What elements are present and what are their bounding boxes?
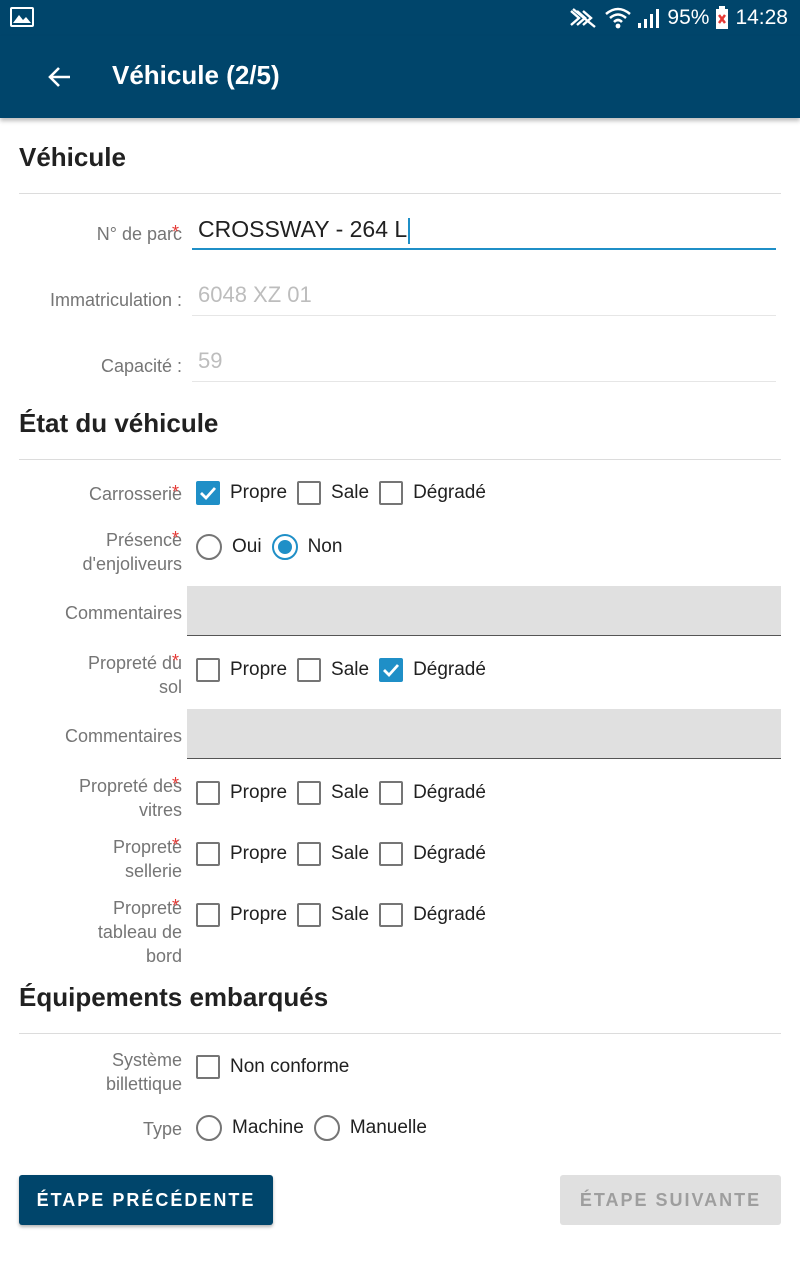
checkbox-icon	[297, 842, 322, 866]
sellerie-sale-checkbox[interactable]: Sale	[297, 842, 369, 866]
app-bar: Véhicule (2/5)	[0, 36, 800, 118]
parc-input[interactable]: CROSSWAY - 264 L	[192, 210, 776, 250]
sellerie-options: Propre Sale Dégradé	[196, 841, 496, 867]
page-title: Véhicule (2/5)	[112, 60, 280, 90]
checkbox-icon	[297, 481, 322, 505]
signal-icon	[637, 7, 661, 29]
vitres-label: Propreté des vitres	[78, 776, 182, 820]
immat-field: 6048 XZ 01	[192, 276, 776, 316]
sellerie-propre-checkbox[interactable]: Propre	[196, 842, 287, 866]
vitres-options: Propre Sale Dégradé	[196, 780, 496, 806]
gallery-icon	[10, 7, 34, 27]
clock: 14:28	[735, 6, 788, 29]
checkbox-icon	[379, 842, 404, 866]
radio-icon	[196, 1115, 222, 1141]
commentaires-sol-input[interactable]	[187, 709, 781, 759]
carrosserie-options: Propre Sale Dégradé	[196, 480, 496, 506]
checkbox-icon	[297, 658, 322, 682]
carrosserie-propre-checkbox[interactable]: Propre	[196, 481, 287, 505]
required-mark: *	[172, 482, 180, 502]
parc-value: CROSSWAY - 264 L	[198, 216, 411, 244]
type-manuelle-radio[interactable]: Manuelle	[313, 1115, 427, 1141]
capacite-label: Capacité :	[100, 356, 182, 376]
checkbox-icon	[379, 481, 404, 505]
checkbox-icon	[379, 903, 404, 927]
capacite-field: 59	[192, 342, 776, 382]
vitres-sale-checkbox[interactable]: Sale	[297, 781, 369, 805]
sol-sale-checkbox[interactable]: Sale	[297, 658, 369, 682]
billettique-non-conforme-checkbox[interactable]: Non conforme	[196, 1055, 349, 1079]
tableau-propre-checkbox[interactable]: Propre	[196, 903, 287, 927]
section-title-equipements: Équipements embarqués	[19, 982, 329, 1012]
commentaires-label: Commentaires	[64, 726, 182, 746]
battery-icon	[715, 6, 729, 30]
sellerie-degrade-checkbox[interactable]: Dégradé	[379, 842, 486, 866]
capacite-value: 59	[198, 348, 223, 373]
checkbox-icon	[196, 1055, 220, 1079]
commentaires-label: Commentaires	[64, 603, 182, 623]
checkbox-checked-icon	[196, 481, 220, 505]
billettique-label: Système billettique	[105, 1050, 182, 1094]
battery-percent: 95%	[667, 6, 710, 29]
immat-value: 6048 XZ 01	[198, 282, 312, 307]
carrosserie-sale-checkbox[interactable]: Sale	[297, 481, 369, 505]
enjoliveurs-label: Présence d'enjoliveurs	[82, 530, 183, 574]
checkbox-icon	[297, 903, 322, 927]
radio-icon	[313, 1115, 340, 1141]
type-machine-radio[interactable]: Machine	[196, 1115, 304, 1141]
checkbox-icon	[196, 781, 220, 805]
vitres-propre-checkbox[interactable]: Propre	[196, 781, 287, 805]
checkbox-checked-icon	[379, 658, 404, 682]
commentaires-carrosserie-input[interactable]	[187, 586, 781, 636]
status-bar: 95% 14:28	[0, 0, 800, 36]
sol-label: Propreté du sol	[87, 653, 182, 697]
enjoliveurs-options: Oui Non	[196, 534, 352, 560]
immat-label: Immatriculation :	[49, 290, 182, 310]
sol-degrade-checkbox[interactable]: Dégradé	[379, 658, 486, 682]
radio-selected-icon	[271, 534, 298, 560]
required-mark: *	[172, 896, 180, 916]
back-arrow-icon[interactable]	[40, 57, 80, 97]
checkbox-icon	[379, 781, 404, 805]
required-mark: *	[172, 774, 180, 794]
carrosserie-label: Carrosserie	[88, 484, 182, 504]
tableau-options: Propre Sale Dégradé	[196, 902, 496, 928]
section-title-vehicule: Véhicule	[19, 142, 126, 172]
enjoliveurs-oui-radio[interactable]: Oui	[196, 534, 262, 560]
tableau-label: Propreté tableau de bord	[97, 898, 182, 966]
checkbox-icon	[196, 903, 220, 927]
required-mark: *	[172, 222, 180, 242]
required-mark: *	[172, 651, 180, 671]
next-step-button[interactable]: ÉTAPE SUIVANTE	[560, 1175, 781, 1225]
nfc-icon	[569, 7, 599, 29]
billettique-options: Non conforme	[196, 1054, 359, 1080]
sol-propre-checkbox[interactable]: Propre	[196, 658, 287, 682]
wifi-icon	[605, 6, 632, 30]
divider	[19, 193, 781, 194]
checkbox-icon	[196, 658, 220, 682]
type-options: Machine Manuelle	[196, 1115, 437, 1141]
divider	[19, 1033, 781, 1034]
tableau-degrade-checkbox[interactable]: Dégradé	[379, 903, 486, 927]
divider	[19, 459, 781, 460]
enjoliveurs-non-radio[interactable]: Non	[271, 534, 342, 560]
sol-options: Propre Sale Dégradé	[196, 657, 496, 683]
section-title-etat: État du véhicule	[19, 408, 219, 438]
parc-label: N° de parc	[96, 224, 182, 244]
checkbox-icon	[297, 781, 322, 805]
required-mark: *	[172, 835, 180, 855]
tableau-sale-checkbox[interactable]: Sale	[297, 903, 369, 927]
type-label: Type	[142, 1119, 182, 1139]
radio-icon	[196, 534, 222, 560]
checkbox-icon	[196, 842, 220, 866]
required-mark: *	[172, 528, 180, 548]
previous-step-button[interactable]: ÉTAPE PRÉCÉDENTE	[19, 1175, 273, 1225]
carrosserie-degrade-checkbox[interactable]: Dégradé	[379, 481, 486, 505]
vitres-degrade-checkbox[interactable]: Dégradé	[379, 781, 486, 805]
